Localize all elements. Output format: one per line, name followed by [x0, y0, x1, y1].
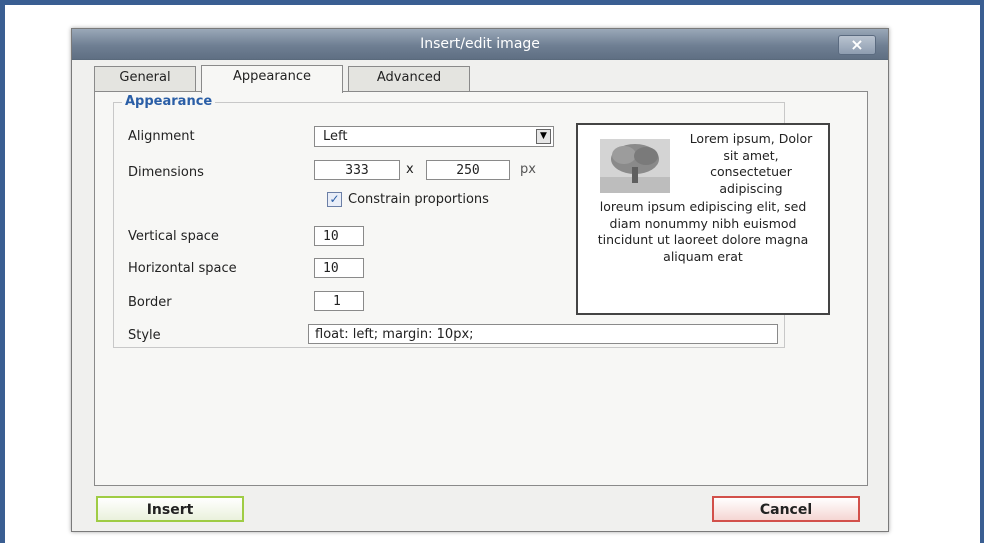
style-input[interactable]: float: left; margin: 10px; — [308, 324, 778, 344]
height-input[interactable]: 250 — [426, 160, 510, 180]
constrain-proportions-checkbox[interactable]: ✓ — [327, 192, 342, 207]
horizontal-space-label: Horizontal space — [128, 261, 237, 276]
vertical-space-input[interactable]: 10 — [314, 226, 364, 246]
horizontal-space-input[interactable]: 10 — [314, 258, 364, 278]
dimension-unit: px — [520, 162, 536, 177]
vertical-space-label: Vertical space — [128, 229, 219, 244]
border-label: Border — [128, 295, 172, 310]
dialog-titlebar[interactable]: Insert/edit image × — [72, 29, 888, 60]
alignment-label: Alignment — [128, 129, 195, 144]
preview-text: Lorem ipsum, Dolor sit amet, consectetue… — [586, 131, 820, 265]
preview-text-top: Lorem ipsum, Dolor sit amet, consectetue… — [689, 131, 813, 196]
constrain-proportions-label: Constrain proportions — [348, 192, 489, 207]
dimension-separator: x — [406, 162, 414, 177]
page-frame-right — [980, 0, 984, 543]
checkmark-icon: ✓ — [329, 192, 340, 206]
preview-text-bottom: loreum ipsum edipiscing elit, sed diam n… — [597, 199, 809, 264]
dimensions-label: Dimensions — [128, 165, 204, 180]
border-input[interactable]: 1 — [314, 291, 364, 311]
tab-panel-appearance: Appearance Alignment Left ▼ Dimensions 3… — [94, 91, 868, 486]
tab-appearance[interactable]: Appearance — [201, 65, 343, 93]
chevron-down-icon[interactable]: ▼ — [536, 129, 551, 144]
width-input[interactable]: 333 — [314, 160, 400, 180]
alignment-select[interactable]: Left ▼ — [314, 126, 554, 147]
cancel-button[interactable]: Cancel — [712, 496, 860, 522]
style-label: Style — [128, 328, 161, 343]
tab-general[interactable]: General — [94, 66, 196, 91]
close-icon: × — [850, 35, 864, 54]
page-frame-left — [0, 0, 5, 543]
alignment-value: Left — [323, 129, 348, 144]
tab-advanced[interactable]: Advanced — [348, 66, 470, 91]
page-frame-top — [0, 0, 984, 5]
appearance-fieldset: Appearance Alignment Left ▼ Dimensions 3… — [113, 94, 830, 348]
image-preview: Lorem ipsum, Dolor sit amet, consectetue… — [576, 123, 830, 315]
dialog-title: Insert/edit image — [420, 36, 540, 52]
insert-button[interactable]: Insert — [96, 496, 244, 522]
close-button[interactable]: × — [838, 35, 876, 55]
appearance-legend: Appearance — [122, 94, 216, 109]
insert-edit-image-dialog: Insert/edit image × General Appearance A… — [71, 28, 889, 532]
